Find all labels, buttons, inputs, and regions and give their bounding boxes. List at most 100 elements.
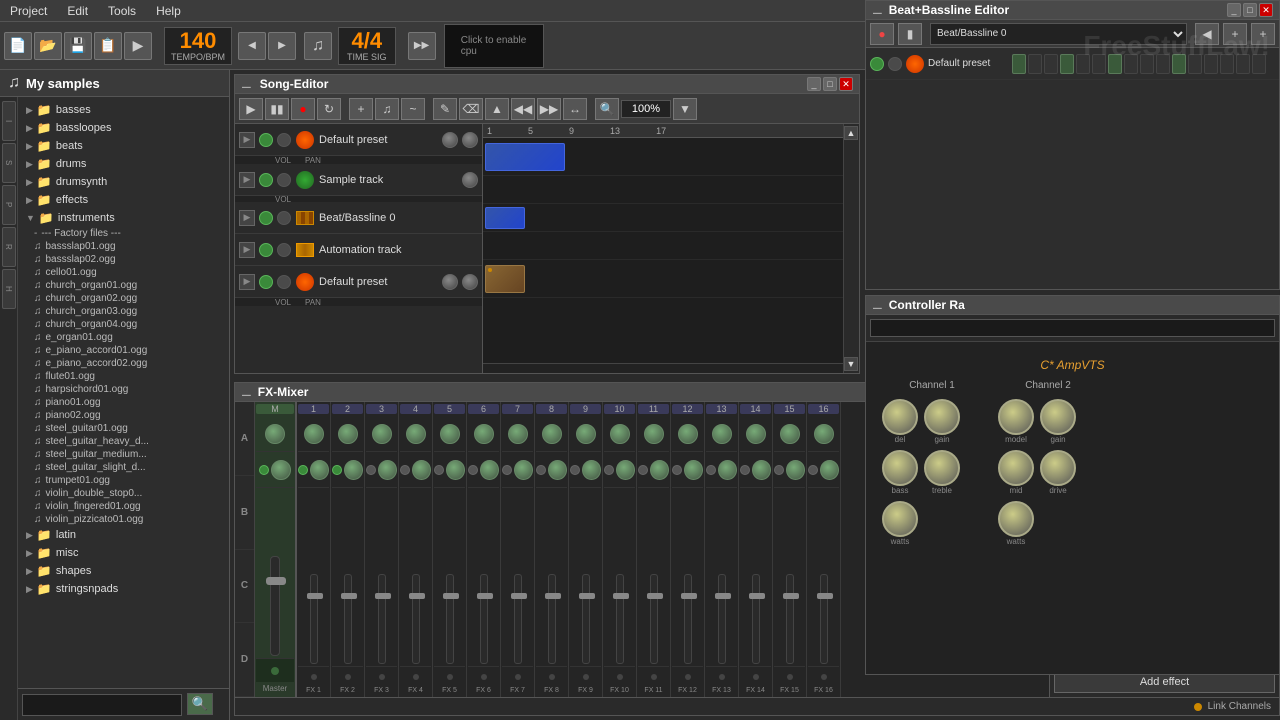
se-add-sample-button[interactable]: ♫ xyxy=(375,98,399,120)
fx-12-b-active[interactable] xyxy=(672,465,682,475)
fx-14-a-knob[interactable] xyxy=(746,424,766,444)
open-button[interactable]: 📂 xyxy=(34,32,62,60)
fx-9-a-knob[interactable] xyxy=(576,424,596,444)
fx-14-b-active[interactable] xyxy=(740,465,750,475)
fx-1-b-active[interactable] xyxy=(298,465,308,475)
be-step-11[interactable] xyxy=(1172,54,1186,74)
se-zoom-arrow[interactable]: ▼ xyxy=(673,98,697,120)
fx-11-d-dot[interactable] xyxy=(651,674,657,680)
link-channels-label[interactable]: Link Channels xyxy=(1208,701,1271,712)
fx-master-fader[interactable] xyxy=(270,556,280,656)
track-vol-knob-2[interactable] xyxy=(462,172,478,188)
fx-5-a-knob[interactable] xyxy=(440,424,460,444)
folder-shapes[interactable]: ▶ 📁 shapes xyxy=(18,562,229,580)
file-harpsichord01[interactable]: ♫ harpsichord01.ogg xyxy=(18,383,229,396)
tempo-down-button[interactable]: ▶ xyxy=(268,32,296,60)
fx-12-b-knob[interactable] xyxy=(684,460,703,480)
fx-master-fader-thumb[interactable] xyxy=(266,577,286,585)
fx-5-fader-thumb[interactable] xyxy=(443,593,459,599)
fx-1-a-knob[interactable] xyxy=(304,424,324,444)
metronome-button[interactable]: ♫ xyxy=(304,32,332,60)
fx-8-a-knob[interactable] xyxy=(542,424,562,444)
track-mute-2[interactable] xyxy=(259,173,273,187)
track-vol-knob-1[interactable] xyxy=(442,132,458,148)
se-play-button[interactable]: ▶ xyxy=(239,98,263,120)
track-expand-1[interactable]: ▶ xyxy=(239,132,255,148)
fx-3-b-active[interactable] xyxy=(366,465,376,475)
fx-12-d-dot[interactable] xyxy=(685,674,691,680)
file-church-organ02[interactable]: ♫ church_organ02.ogg xyxy=(18,292,229,305)
ch1-gain-knob[interactable] xyxy=(924,399,960,435)
ch2-model-knob[interactable] xyxy=(998,399,1034,435)
fx-6-fader-thumb[interactable] xyxy=(477,593,493,599)
be-step-12[interactable] xyxy=(1188,54,1202,74)
ch1-treble-knob[interactable] xyxy=(924,450,960,486)
be-close-button[interactable]: ✕ xyxy=(1259,3,1273,17)
fx-15-b-knob[interactable] xyxy=(786,460,805,480)
fx-2-fader[interactable] xyxy=(344,574,352,664)
file-violin-fingered01[interactable]: ♫ violin_fingered01.ogg xyxy=(18,500,229,513)
folder-misc[interactable]: ▶ 📁 misc xyxy=(18,544,229,562)
fx-14-fader[interactable] xyxy=(752,574,760,664)
folder-drumsynth[interactable]: ▶ 📁 drumsynth xyxy=(18,173,229,191)
be-preset-select[interactable]: Beat/Bassline 0 xyxy=(930,23,1187,45)
fx-8-b-knob[interactable] xyxy=(548,460,567,480)
be-step-2[interactable] xyxy=(1028,54,1042,74)
file-steel-guitar-slight[interactable]: ♫ steel_guitar_slight_d... xyxy=(18,461,229,474)
se-scroll-down[interactable]: ▼ xyxy=(844,357,858,371)
new-button[interactable]: 📄 xyxy=(4,32,32,60)
fx-master-b-active[interactable] xyxy=(259,465,269,475)
cpu-monitor[interactable]: Click to enablecpu xyxy=(444,24,544,68)
se-draw-button[interactable]: ✎ xyxy=(433,98,457,120)
fx-2-b-knob[interactable] xyxy=(344,460,363,480)
be-maximize-button[interactable]: □ xyxy=(1243,3,1257,17)
fx-12-fader-thumb[interactable] xyxy=(681,593,697,599)
se-minimize-button[interactable]: _ xyxy=(807,77,821,91)
fx-6-d-dot[interactable] xyxy=(481,674,487,680)
be-step-6[interactable] xyxy=(1092,54,1106,74)
be-track-solo[interactable] xyxy=(888,57,902,71)
fx-16-a-knob[interactable] xyxy=(814,424,834,444)
track-pan-knob-1[interactable] xyxy=(462,132,478,148)
fx-15-a-knob[interactable] xyxy=(780,424,800,444)
fx-13-b-active[interactable] xyxy=(706,465,716,475)
fx-16-d-dot[interactable] xyxy=(821,674,827,680)
fx-14-fader-thumb[interactable] xyxy=(749,593,765,599)
file-bassslap01[interactable]: ♫ bassslap01.ogg xyxy=(18,240,229,253)
be-step-5[interactable] xyxy=(1076,54,1090,74)
fx-4-d-dot[interactable] xyxy=(413,674,419,680)
fx-7-b-knob[interactable] xyxy=(514,460,533,480)
fx-8-b-active[interactable] xyxy=(536,465,546,475)
ch2-watts-knob[interactable] xyxy=(998,501,1034,537)
be-step-9[interactable] xyxy=(1140,54,1154,74)
fx-master-a-knob[interactable] xyxy=(265,424,285,444)
fx-master-b-knob[interactable] xyxy=(271,460,291,480)
fx-2-d-dot[interactable] xyxy=(345,674,351,680)
menu-edit[interactable]: Edit xyxy=(57,2,98,20)
fx-15-b-active[interactable] xyxy=(774,465,784,475)
fx-10-fader-thumb[interactable] xyxy=(613,593,629,599)
se-maximize-button[interactable]: □ xyxy=(823,77,837,91)
se-record-button[interactable]: ● xyxy=(291,98,315,120)
fx-7-fader[interactable] xyxy=(514,574,522,664)
track-mute-5[interactable] xyxy=(259,275,273,289)
menu-tools[interactable]: Tools xyxy=(98,2,146,20)
se-add-automation-button[interactable]: ~ xyxy=(401,98,425,120)
fx-11-a-knob[interactable] xyxy=(644,424,664,444)
file-eorgan01[interactable]: ♫ e_organ01.ogg xyxy=(18,331,229,344)
vtab-projects[interactable]: P xyxy=(2,185,16,225)
fx-7-fader-thumb[interactable] xyxy=(511,593,527,599)
track-expand-5[interactable]: ▶ xyxy=(239,274,255,290)
fx-9-b-active[interactable] xyxy=(570,465,580,475)
se-skip-end[interactable]: ▶▶ xyxy=(537,98,561,120)
fx-1-fader[interactable] xyxy=(310,574,318,664)
vtab-my-samples[interactable]: S xyxy=(2,143,16,183)
file-church-organ04[interactable]: ♫ church_organ04.ogg xyxy=(18,318,229,331)
add-bb-button[interactable]: ▶▶ xyxy=(408,32,436,60)
fx-10-b-knob[interactable] xyxy=(616,460,635,480)
folder-basses[interactable]: ▶ 📁 basses xyxy=(18,101,229,119)
be-track-mute[interactable] xyxy=(870,57,884,71)
vtab-home[interactable]: H xyxy=(2,269,16,309)
folder-stringsnpads[interactable]: ▶ 📁 stringsnpads xyxy=(18,580,229,598)
be-step-1[interactable] xyxy=(1012,54,1026,74)
